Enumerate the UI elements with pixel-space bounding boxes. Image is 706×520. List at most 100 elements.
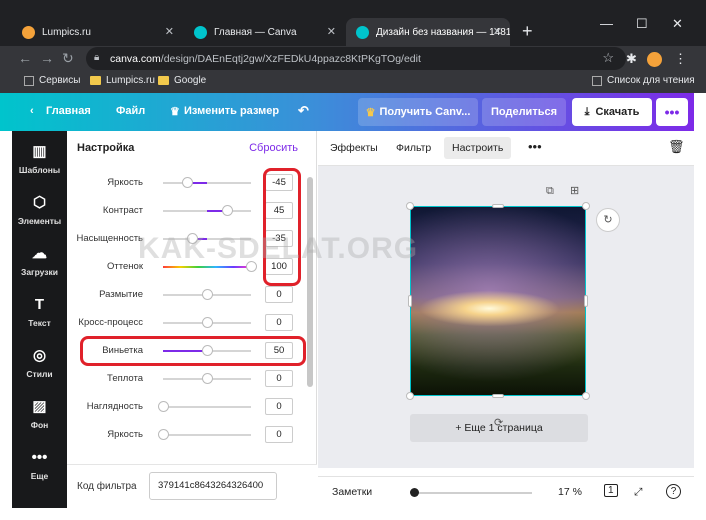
adjust-value-input[interactable]: 0 [265, 314, 293, 331]
tab-canva-design[interactable]: Дизайн без названия — 1481 ✕ [346, 18, 510, 46]
adjust-slider-knob[interactable] [202, 317, 213, 328]
profile-avatar[interactable] [647, 52, 662, 67]
folder-icon [90, 76, 101, 85]
download-button[interactable]: ⤓ Скачать [572, 98, 652, 126]
adjust-slider[interactable] [163, 373, 251, 384]
adjust-slider-knob[interactable] [202, 373, 213, 384]
share-button[interactable]: Поделиться [482, 98, 566, 126]
maximize-icon[interactable]: ☐ [636, 16, 648, 32]
tab-lumpics[interactable]: Lumpics.ru ✕ [12, 18, 182, 46]
adjust-slider-knob[interactable] [182, 177, 194, 188]
sidebar-item-label: Элементы [17, 216, 62, 226]
templates-icon: ▥ [32, 143, 47, 160]
panel-scrollbar[interactable] [307, 177, 313, 387]
resize-handle[interactable] [584, 295, 588, 307]
adjust-row-label: Контраст [102, 205, 143, 216]
resize-handle[interactable] [582, 202, 590, 210]
elements-icon: ⬡ [32, 194, 47, 211]
resize-handle[interactable] [582, 392, 590, 400]
sidebar-item-more[interactable]: ••• Еще [12, 449, 67, 481]
more-options-button[interactable]: ••• [656, 98, 688, 126]
adjust-slider-knob[interactable] [221, 205, 233, 216]
window-close-icon[interactable]: ✕ [672, 16, 683, 32]
extensions-icon[interactable]: ✱ [626, 51, 637, 67]
adjust-slider[interactable] [158, 429, 251, 440]
adjust-slider-knob[interactable] [202, 289, 213, 300]
sidebar-item-text[interactable]: T Текст [12, 296, 67, 328]
close-icon[interactable]: ✕ [493, 25, 502, 38]
close-icon[interactable]: ✕ [327, 25, 336, 38]
resize-handle[interactable] [492, 394, 504, 398]
reload-icon[interactable]: ↻ [62, 50, 74, 67]
adjust-slider[interactable] [163, 261, 257, 272]
sidebar-item-background[interactable]: ▨ Фон [12, 398, 67, 430]
reading-list[interactable]: Список для чтения [592, 75, 695, 86]
tab-filter[interactable]: Фильтр [396, 142, 431, 154]
upgrade-button[interactable]: ♛ Получить Canv... [358, 98, 478, 126]
comment-icon[interactable]: ↻ [596, 208, 620, 232]
zoom-slider[interactable] [410, 488, 532, 497]
adjust-slider-knob[interactable] [158, 429, 169, 440]
adjust-value-input[interactable]: 0 [265, 426, 293, 443]
watermark: KAK-SDELAT.ORG [138, 232, 419, 265]
folder-icon [158, 76, 169, 85]
resize-handle[interactable] [408, 295, 412, 307]
adjust-slider[interactable] [163, 177, 251, 188]
sidebar-item-label: Шаблоны [18, 165, 61, 175]
reset-button[interactable]: Сбросить [249, 142, 298, 154]
adjust-value-input[interactable]: 0 [265, 370, 293, 387]
bookmark-services[interactable]: Сервисы [24, 75, 80, 86]
editor-footer: Заметки 17 % 1 ⤢ ? [318, 476, 694, 508]
fullscreen-icon[interactable]: ⤢ [634, 486, 642, 499]
download-icon: ⤓ [584, 105, 590, 118]
sidebar-item-styles[interactable]: ◎ Стили [12, 347, 67, 379]
adjust-value-input[interactable]: 0 [265, 398, 293, 415]
adjust-slider-knob[interactable] [158, 401, 169, 412]
tab-canva-home[interactable]: Главная — Canva ✕ [184, 18, 344, 46]
resize-handle[interactable] [406, 202, 414, 210]
back-icon[interactable]: ← [18, 50, 32, 66]
adjust-value-input[interactable]: 0 [265, 286, 293, 303]
resize-handle[interactable] [406, 392, 414, 400]
adjust-slider[interactable] [158, 401, 251, 412]
file-menu[interactable]: Файл [116, 105, 145, 117]
undo-icon[interactable]: ↶ [298, 103, 309, 119]
bookmark-lumpics[interactable]: Lumpics.ru [90, 75, 155, 86]
close-icon[interactable]: ✕ [165, 25, 174, 38]
address-bar[interactable]: 🔒︎ canva.com/design/DAEnEqtj2gw/XzFEDkU4… [86, 47, 626, 70]
bookmark-label: Сервисы [39, 75, 81, 86]
resize-button[interactable]: Изменить размер [184, 105, 279, 117]
bookmark-star-icon[interactable]: ☆ [602, 50, 614, 66]
bookmark-google[interactable]: Google [158, 75, 206, 86]
duplicate-page-icon[interactable]: ⧉ [546, 185, 554, 198]
design-photo[interactable] [410, 206, 586, 396]
forward-icon[interactable]: → [40, 50, 54, 66]
resize-handle[interactable] [492, 204, 504, 208]
crown-icon: ♛ [365, 106, 376, 119]
browser-menu-icon[interactable]: ⋮ [674, 51, 687, 67]
minimize-icon[interactable]: — [600, 16, 613, 31]
new-tab-icon[interactable]: + [522, 21, 533, 42]
sidebar-item-uploads[interactable]: ☁ Загрузки [12, 245, 67, 277]
add-page-icon[interactable]: ⊞ [570, 184, 579, 197]
adjust-slider[interactable] [163, 289, 251, 300]
tab-effects[interactable]: Эффекты [330, 142, 378, 154]
sidebar-item-label: Стили [26, 369, 53, 379]
sidebar-item-templates[interactable]: ▥ Шаблоны [12, 143, 67, 175]
tab-adjust[interactable]: Настроить [444, 137, 512, 159]
zoom-level[interactable]: 17 % [558, 486, 582, 498]
canva-header: ‹ Главная Файл ♛ Изменить размер ↶ ♛ Пол… [0, 93, 694, 131]
home-link[interactable]: Главная [46, 105, 91, 117]
filter-code-field[interactable]: 379141c8643264326400 [149, 472, 277, 500]
zoom-slider-knob[interactable] [410, 488, 419, 497]
home-back-icon[interactable]: ‹ [30, 105, 34, 117]
page-count[interactable]: 1 [604, 484, 618, 497]
more-icon[interactable]: ••• [528, 139, 542, 154]
adjust-slider[interactable] [163, 205, 251, 216]
notes-button[interactable]: Заметки [332, 486, 372, 498]
trash-icon[interactable]: 🗑︎ [668, 139, 685, 155]
help-icon[interactable]: ? [666, 484, 681, 499]
rotate-icon[interactable]: ⟳ [494, 416, 503, 429]
sidebar-item-elements[interactable]: ⬡ Элементы [12, 194, 67, 226]
adjust-slider[interactable] [163, 317, 251, 328]
